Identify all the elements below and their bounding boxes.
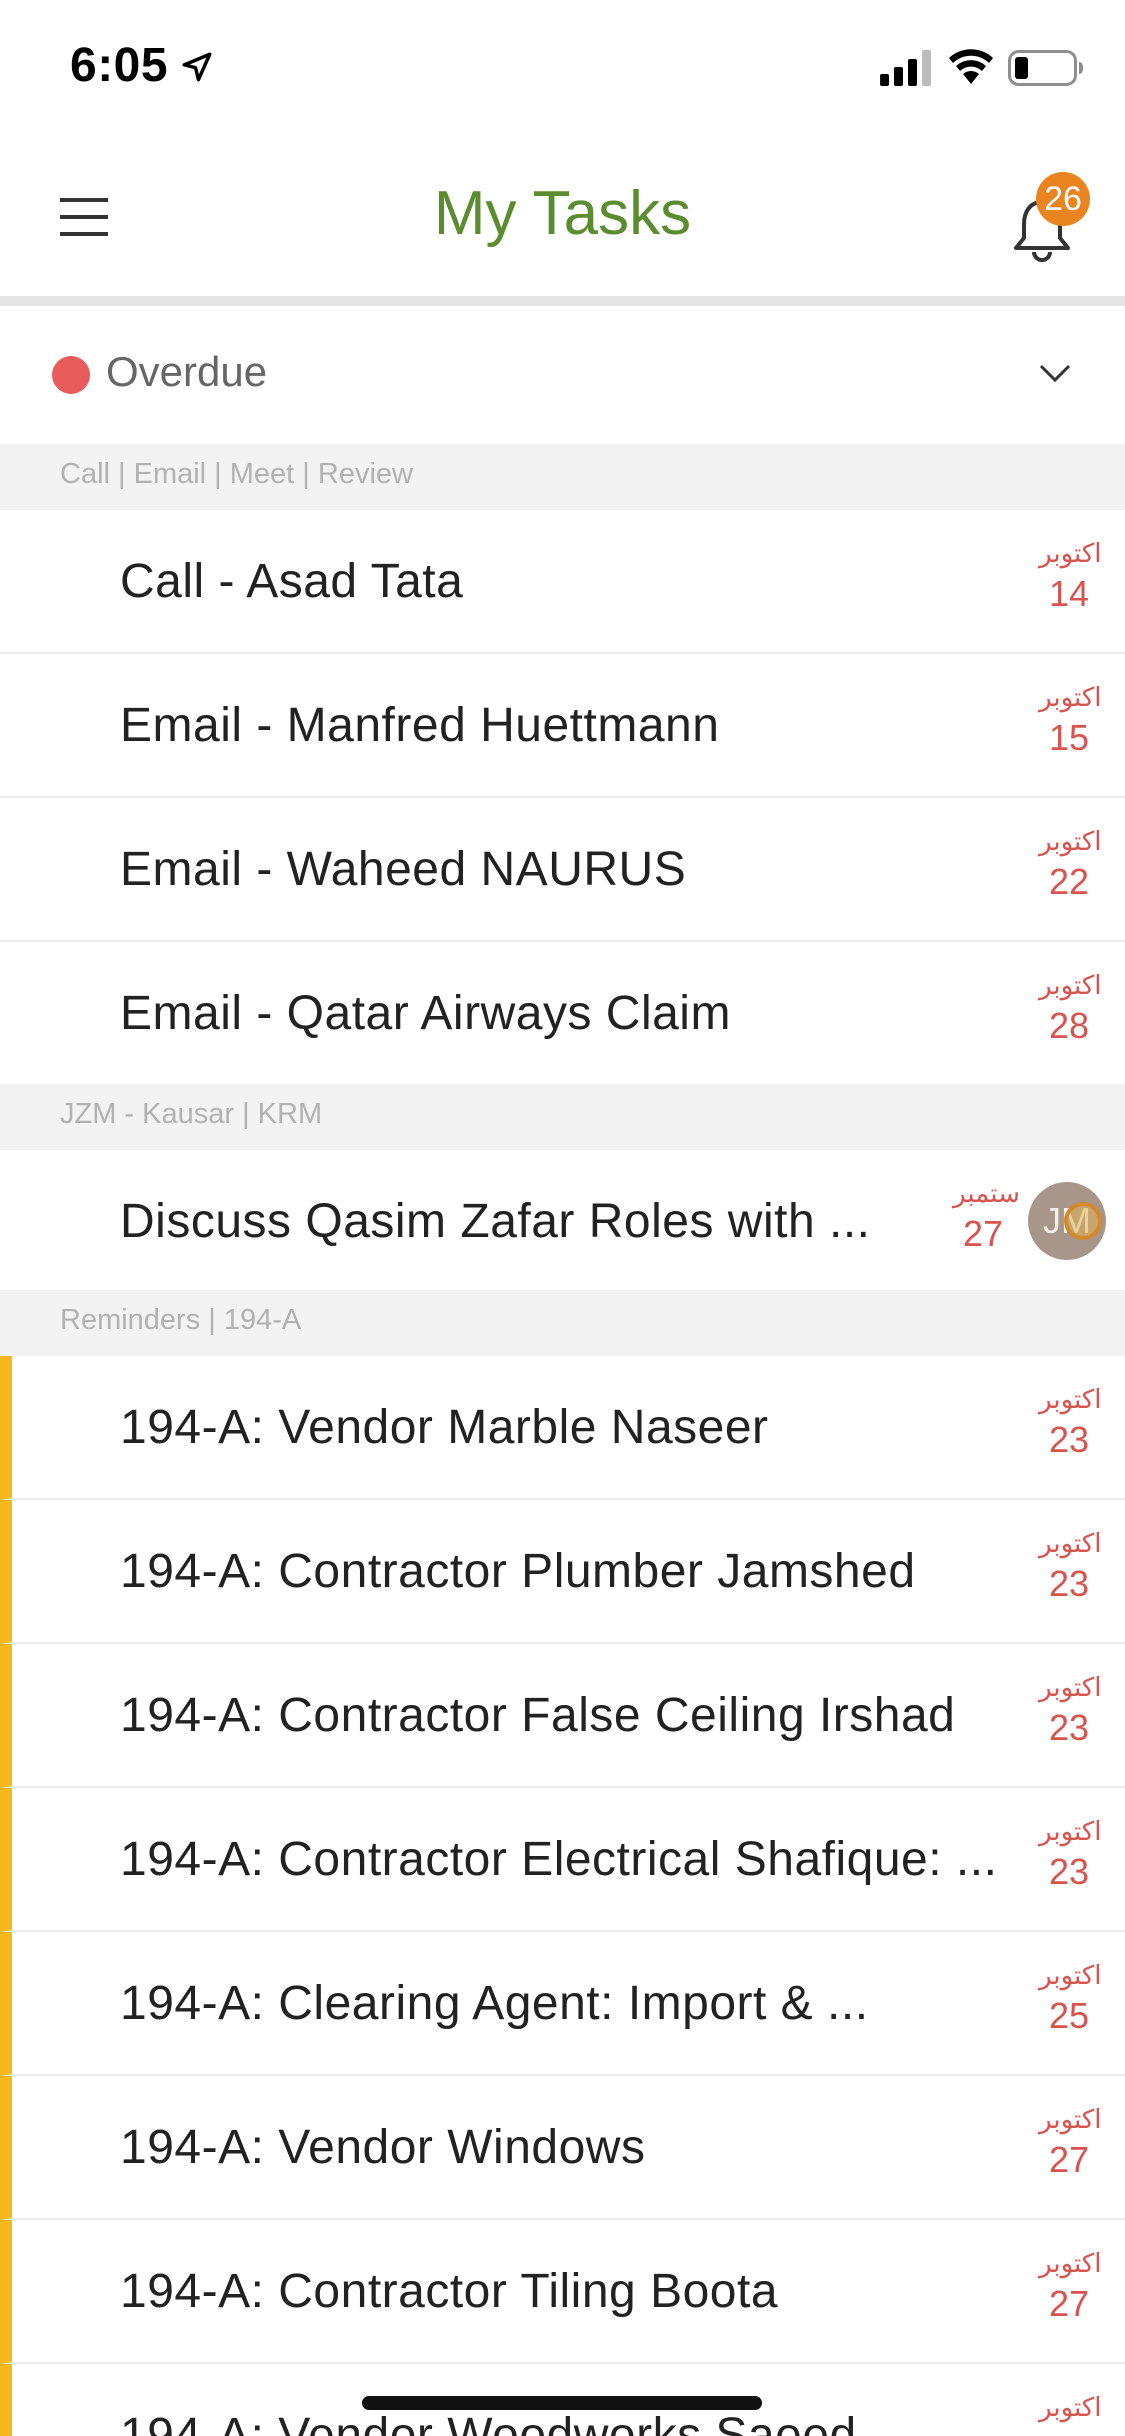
due-date-day: 27 <box>1048 2283 1090 2324</box>
due-date-month: ستمبر <box>953 1179 1020 1209</box>
task-title: Discuss Qasim Zafar Roles with ... <box>120 1195 871 1248</box>
due-date-day: 23 <box>1048 1419 1090 1460</box>
task-title: 194-A: Vendor Windows <box>120 2121 646 2174</box>
due-date-day: 28 <box>1048 1005 1090 1046</box>
overdue-section-header[interactable]: Overdue <box>0 306 1125 444</box>
due-date-day: 14 <box>1048 573 1090 614</box>
due-date-day: 23 <box>1048 1707 1090 1748</box>
notification-count-badge[interactable]: 26 <box>1036 172 1090 226</box>
status-time: 6:05 <box>70 39 169 92</box>
task-title: 194-A: Clearing Agent: Import & ... <box>120 1977 869 2030</box>
due-date: اکتوبر 14 <box>1039 536 1102 616</box>
due-date: اکتوبر 23 <box>1039 1670 1102 1750</box>
nav-bar: My Tasks <box>0 150 1125 296</box>
wifi-icon <box>949 49 993 84</box>
due-date-month: اکتوبر <box>1039 1961 1102 1991</box>
due-date: اکتوبر 15 <box>1039 680 1102 760</box>
task-row[interactable]: 194-A: Vendor Marble Naseer اکتوبر 23 <box>0 1356 1125 1500</box>
page-title: My Tasks <box>433 179 692 248</box>
due-date: اکتوبر 23 <box>1039 1526 1102 1606</box>
overdue-status-dot <box>52 356 90 394</box>
task-title: Email - Qatar Airways Claim <box>120 987 731 1040</box>
task-title: Call - Asad Tata <box>120 555 464 608</box>
group-header-label: JZM - Kausar | KRM <box>60 1098 323 1130</box>
task-row[interactable]: 194-A: Contractor Electrical Shafique: .… <box>0 1788 1125 1932</box>
due-date-month: اکتوبر <box>1039 1817 1102 1847</box>
due-date: اکتوبر 27 <box>1039 2246 1102 2326</box>
due-date-day: 25 <box>1048 1995 1090 2036</box>
task-title: 194-A: Contractor Tiling Boota <box>120 2265 779 2318</box>
task-row[interactable]: 194-A: Contractor Tiling Boota اکتوبر 27 <box>0 2220 1125 2364</box>
due-date-month: اکتوبر <box>1039 827 1102 857</box>
due-date: اکتوبر <box>1039 2390 1102 2426</box>
avatar-badge-icon <box>1064 1202 1102 1240</box>
group-header: Call | Email | Meet | Review <box>0 444 1125 510</box>
battery-icon <box>1008 50 1083 86</box>
due-date: اکتوبر 28 <box>1039 968 1102 1048</box>
due-date-month: اکتوبر <box>1039 2105 1102 2135</box>
due-date-day: 27 <box>962 1213 1004 1254</box>
due-date-day: 23 <box>1048 1851 1090 1892</box>
task-row[interactable]: Email - Waheed NAURUS اکتوبر 22 <box>0 798 1125 942</box>
due-date: اکتوبر 23 <box>1039 1382 1102 1462</box>
due-date-day: 27 <box>1048 2139 1090 2180</box>
task-title: Email - Waheed NAURUS <box>120 843 687 896</box>
status-bar: 6:05 <box>0 0 1125 132</box>
group-header-label: Reminders | 194-A <box>60 1304 302 1336</box>
task-row[interactable]: 194-A: Contractor Plumber Jamshed اکتوبر… <box>0 1500 1125 1644</box>
task-row[interactable]: 194-A: Clearing Agent: Import & ... اکتو… <box>0 1932 1125 2076</box>
due-date-month: اکتوبر <box>1039 2249 1102 2279</box>
due-date-month: اکتوبر <box>1039 971 1102 1001</box>
due-date-month: اکتوبر <box>1039 2393 1102 2423</box>
nav-divider <box>0 296 1125 306</box>
task-row[interactable]: Discuss Qasim Zafar Roles with ... ستمبر… <box>0 1150 1125 1294</box>
task-title: 194-A: Vendor Woodworks Saeed <box>120 2409 857 2436</box>
task-title: 194-A: Vendor Marble Naseer <box>120 1401 769 1454</box>
location-arrow-icon <box>182 52 212 82</box>
assignee-avatar[interactable]: JM <box>1028 1182 1106 1260</box>
task-row[interactable]: 194-A: Contractor False Ceiling Irshad ا… <box>0 1644 1125 1788</box>
task-title: 194-A: Contractor False Ceiling Irshad <box>120 1689 956 1742</box>
due-date-day: 22 <box>1048 861 1090 902</box>
due-date: اکتوبر 23 <box>1039 1814 1102 1894</box>
screen: 6:05 My Tasks 26 Overdue Call | Email | … <box>0 0 1125 2436</box>
home-indicator[interactable] <box>362 2396 762 2410</box>
task-title: 194-A: Contractor Electrical Shafique: .… <box>120 1833 998 1886</box>
due-date: اکتوبر 22 <box>1039 824 1102 904</box>
task-row[interactable]: 194-A: Vendor Windows اکتوبر 27 <box>0 2076 1125 2220</box>
group-header: Reminders | 194-A <box>0 1290 1125 1356</box>
task-row[interactable]: Call - Asad Tata اکتوبر 14 <box>0 510 1125 654</box>
cellular-signal-icon <box>880 50 931 86</box>
due-date: ستمبر 27 <box>953 1176 1020 1256</box>
due-date-month: اکتوبر <box>1039 1385 1102 1415</box>
due-date-day: 23 <box>1048 1563 1090 1604</box>
chevron-down-icon[interactable] <box>1038 362 1072 386</box>
task-row[interactable]: Email - Qatar Airways Claim اکتوبر 28 <box>0 942 1125 1086</box>
task-title: Email - Manfred Huettmann <box>120 699 720 752</box>
due-date: اکتوبر 27 <box>1039 2102 1102 2182</box>
section-label: Overdue <box>106 348 268 395</box>
due-date-month: اکتوبر <box>1039 1529 1102 1559</box>
due-date-month: اکتوبر <box>1039 539 1102 569</box>
group-header: JZM - Kausar | KRM <box>0 1084 1125 1150</box>
due-date: اکتوبر 25 <box>1039 1958 1102 2038</box>
due-date-month: اکتوبر <box>1039 683 1102 713</box>
group-header-label: Call | Email | Meet | Review <box>60 458 413 490</box>
task-row[interactable]: Email - Manfred Huettmann اکتوبر 15 <box>0 654 1125 798</box>
due-date-month: اکتوبر <box>1039 1673 1102 1703</box>
task-title: 194-A: Contractor Plumber Jamshed <box>120 1545 916 1598</box>
due-date-day: 15 <box>1048 717 1090 758</box>
